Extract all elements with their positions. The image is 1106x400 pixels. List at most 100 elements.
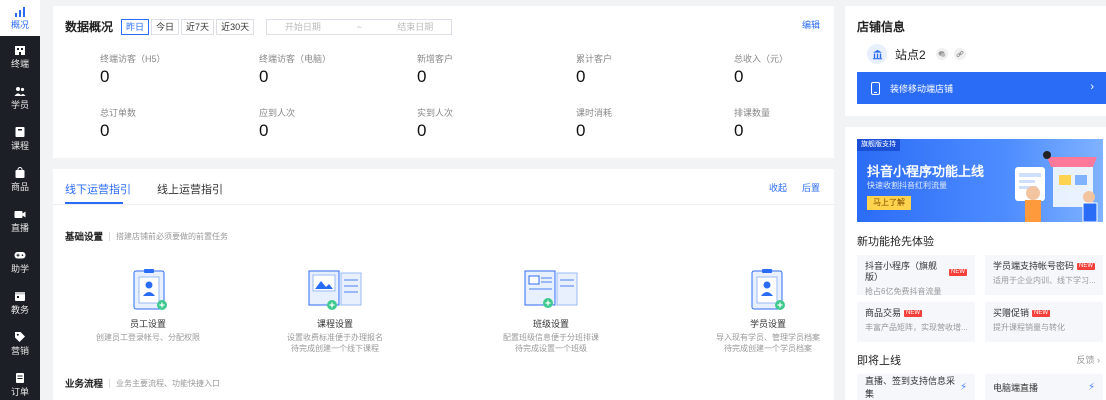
sidebar-item-label: 课程	[10, 141, 29, 151]
upcoming-item: 直播、签到支持信息采集 ⚡	[857, 374, 975, 400]
data-overview-panel: 数据概况 昨日 今日 近7天 近30天 开始日期 ~ 结束日期 编辑 终端访客（…	[53, 6, 834, 158]
new-badge: NEW	[949, 268, 967, 276]
student-settings-card[interactable]: 学员设置 导入现有学员、管理学员档案 待完成创建一个学员档案	[698, 269, 838, 354]
range-yesterday-button[interactable]: 昨日	[121, 18, 150, 35]
sidebar-item-label: 学员	[10, 100, 29, 110]
right-info-panel: 旗舰版支持 抖音小程序功能上线 快速收割抖音红利流量 马上了解 新功能抢先体验 …	[845, 127, 1106, 400]
postpone-link[interactable]: 后置	[802, 181, 820, 194]
range-30days-button[interactable]: 近30天	[216, 18, 255, 35]
stat-value: 0	[576, 67, 586, 86]
gamepad-icon	[14, 252, 26, 259]
student-settings-illustration-icon	[738, 269, 798, 313]
sidebar-item-label: 终端	[10, 59, 29, 69]
stat-value: 0	[100, 67, 110, 86]
card-desc: 导入现有学员、管理学员档案	[716, 333, 820, 342]
sidebar-item-terminal[interactable]: 终端	[0, 36, 40, 77]
staff-settings-illustration-icon	[118, 269, 178, 313]
card-todo: 待完成设置一个班级	[515, 344, 587, 353]
range-today-button[interactable]: 今日	[151, 18, 180, 35]
new-badge: NEW	[1077, 263, 1095, 270]
card-desc: 配置班级信息便于分班排课	[503, 333, 599, 342]
link-icon[interactable]	[953, 48, 966, 60]
operations-guide-panel: 线下运营指引 线上运营指引 收起 后置 基础设置 搭建店铺前必须要做的前置任务 …	[53, 169, 834, 400]
business-flow-title: 业务流程 业务主要流程、功能快捷入口	[65, 376, 220, 390]
feedback-link[interactable]: 反馈 ›	[1077, 353, 1101, 366]
date-separator: ~	[356, 21, 362, 32]
section-title: 基础设置	[65, 232, 104, 243]
basic-settings-title: 基础设置 搭建店铺前必须要做的前置任务	[65, 229, 228, 243]
sidebar-item-label: 概况	[10, 20, 29, 30]
new-badge: NEW	[904, 310, 923, 317]
stat-label: 终端访客（电脑）	[259, 54, 332, 64]
date-end-placeholder: 结束日期	[397, 22, 434, 32]
lightning-icon: ⚡	[959, 381, 967, 393]
collapse-link[interactable]: 收起	[769, 181, 787, 194]
sidebar-item-students[interactable]: 学员	[0, 77, 40, 118]
stat-total-orders: 总订单数 0	[100, 108, 220, 140]
building-icon	[15, 46, 25, 55]
edit-link[interactable]: 编辑	[802, 18, 820, 31]
class-settings-illustration-icon	[521, 269, 581, 313]
sidebar-item-label: 助学	[10, 264, 29, 274]
feature-desc: 适用于企业内训、线下学习...	[993, 276, 1095, 285]
stat-label: 应到人次	[259, 108, 296, 118]
feature-student-password-login[interactable]: 学员端支持帐号密码 NEW 适用于企业内训、线下学习...	[985, 255, 1103, 295]
promo-tag: 旗舰版支持	[857, 139, 900, 151]
sidebar-item-live[interactable]: 直播	[0, 200, 40, 241]
sidebar-item-marketing[interactable]: 营销	[0, 323, 40, 364]
sidebar-item-goods[interactable]: 商品	[0, 159, 40, 200]
stat-label: 终端访客（H5）	[100, 54, 166, 64]
calendar-icon	[15, 292, 25, 301]
promo-learn-more-button[interactable]: 马上了解	[867, 196, 911, 210]
range-7days-button[interactable]: 近7天	[181, 18, 215, 35]
upcoming-item: 电脑端直播 ⚡	[985, 374, 1103, 400]
card-name: 班级设置	[532, 319, 569, 329]
stat-value: 0	[417, 67, 427, 86]
stat-label: 总收入（元）	[734, 54, 789, 64]
book-icon	[15, 127, 25, 137]
feature-desc: 抢占6亿免费抖音流量	[865, 287, 942, 296]
stat-label: 新增客户	[417, 54, 454, 64]
promo-banner[interactable]: 旗舰版支持 抖音小程序功能上线 快速收割抖音红利流量 马上了解	[857, 139, 1103, 222]
chevron-right-icon: ›	[1090, 81, 1094, 93]
shop-info-title: 店铺信息	[857, 20, 906, 34]
decorate-mobile-shop-button[interactable]: 装修移动端店铺 ›	[857, 72, 1106, 104]
card-name: 学员设置	[749, 319, 786, 329]
stat-expected-attendance: 应到人次 0	[259, 108, 379, 140]
feature-douyin-miniapp[interactable]: 抖音小程序（旗舰版） NEW 抢占6亿免费抖音流量	[857, 255, 975, 296]
tab-offline-guide[interactable]: 线下运营指引	[65, 181, 131, 197]
date-start-placeholder: 开始日期	[284, 22, 321, 32]
sidebar-item-courses[interactable]: 课程	[0, 118, 40, 159]
shop-info-panel: 店铺信息 站点2 装修移动端店铺 ›	[845, 6, 1106, 116]
stat-total-customers: 累计客户 0	[576, 54, 696, 86]
feature-buy-gift-promo[interactable]: 买赠促销 NEW 提升课程销量与转化	[985, 302, 1103, 342]
date-range-picker[interactable]: 开始日期 ~ 结束日期	[266, 18, 453, 35]
sidebar-item-label: 商品	[10, 182, 29, 192]
bag-icon	[15, 167, 25, 178]
sidebar-item-overview[interactable]: 概况	[0, 0, 40, 36]
decorate-label: 装修移动端店铺	[890, 83, 954, 94]
sidebar-item-orders[interactable]: 订单	[0, 364, 40, 400]
stat-pc-visitors: 终端访客（电脑） 0	[259, 54, 379, 86]
mobile-icon	[871, 81, 880, 95]
section-desc: 搭建店铺前必须要做的前置任务	[109, 231, 228, 241]
sidebar-item-label: 教务	[10, 305, 29, 315]
feature-goods-trading[interactable]: 商品交易 NEW 丰富产品矩阵，实现营收增...	[857, 302, 975, 342]
feature-desc: 提升课程销量与转化	[993, 323, 1065, 332]
course-settings-card[interactable]: 课程设置 设置收费标准便于办理报名 待完成创建一个线下课程	[265, 269, 405, 354]
feature-desc: 丰富产品矩阵，实现营收增...	[865, 323, 967, 332]
staff-settings-card[interactable]: 员工设置 创建员工登录帐号、分配权限	[78, 269, 218, 343]
sidebar-item-academic[interactable]: 教务	[0, 282, 40, 323]
sidebar: 概况 终端 学员 课程 商品 直播 助学 教务 营销 订单	[0, 0, 40, 400]
wechat-icon[interactable]	[935, 48, 948, 60]
sidebar-item-study-aid[interactable]: 助学	[0, 241, 40, 282]
tab-online-guide[interactable]: 线上运营指引	[157, 181, 223, 197]
promo-title: 抖音小程序功能上线	[867, 164, 985, 179]
class-settings-card[interactable]: 班级设置 配置班级信息便于分班排课 待完成设置一个班级	[481, 269, 621, 354]
card-todo: 待完成创建一个学员档案	[724, 344, 812, 353]
tag-icon	[15, 332, 25, 342]
feature-name: 抖音小程序（旗舰版） NEW	[865, 261, 967, 282]
chart-icon	[15, 7, 25, 17]
card-desc: 创建员工登录帐号、分配权限	[96, 333, 200, 342]
stat-value: 0	[734, 67, 744, 86]
